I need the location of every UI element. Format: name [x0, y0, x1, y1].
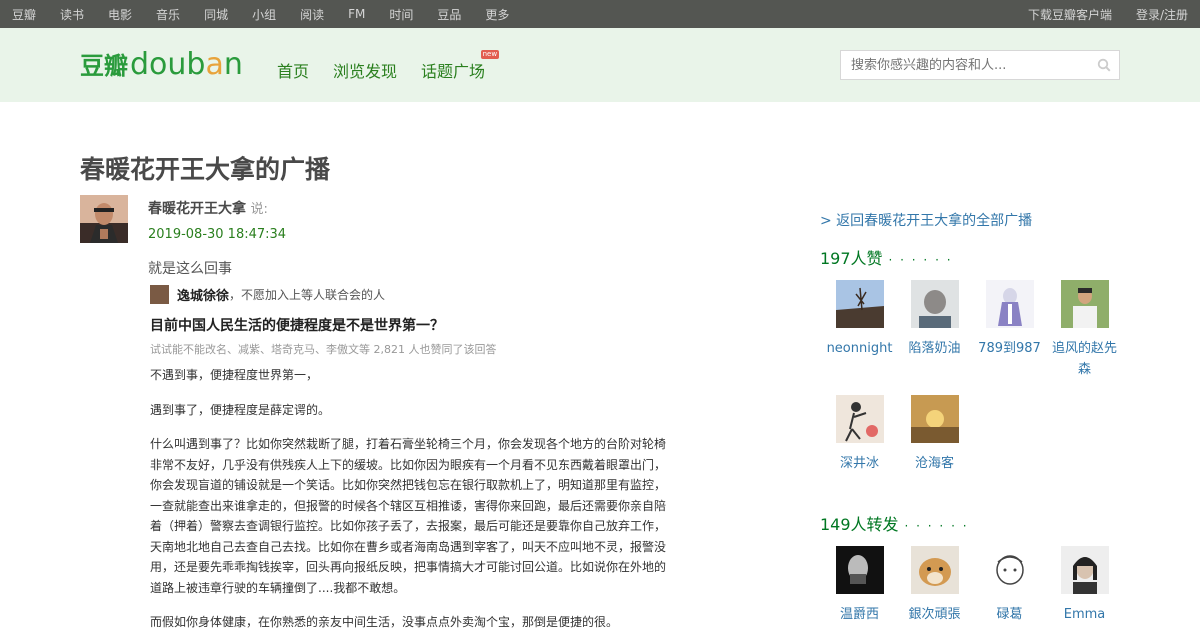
- status-author: 春暖花开王大拿 说:: [148, 198, 268, 218]
- quote-paragraph: 遇到事了，便捷程度是薛定谔的。: [150, 402, 331, 417]
- like-user[interactable]: 陷落奶油: [897, 280, 972, 380]
- like-user[interactable]: 追风的赵先森: [1047, 280, 1122, 380]
- reshare-user[interactable]: 碌葛: [972, 546, 1047, 625]
- user-avatar: [835, 280, 884, 328]
- quote-paragraph: 什么叫遇到事了？比如你突然栽断了腿，打着石膏坐轮椅三个月，你会发现各个地方的台阶…: [150, 437, 667, 595]
- search-icon[interactable]: [1089, 51, 1119, 79]
- user-avatar: [1060, 546, 1109, 594]
- user-avatar: [910, 280, 959, 328]
- nav-topics[interactable]: 话题广场 new: [421, 50, 500, 82]
- user-name: 追风的赵先森: [1051, 341, 1117, 377]
- user-name: neonnight: [826, 341, 893, 356]
- user-name: 沧海客: [914, 456, 954, 471]
- author-name[interactable]: 春暖花开王大拿: [148, 201, 246, 217]
- top-nav-links: 豆瓣 读书 电影 音乐 同城 小组 阅读 FM 时间 豆品 更多: [12, 6, 533, 23]
- author-avatar[interactable]: [80, 195, 128, 243]
- top-nav-fm[interactable]: FM: [348, 7, 365, 21]
- site-header: 豆瓣 douban 首页 浏览发现 话题广场 new: [0, 28, 1200, 102]
- user-name: 陷落奶油: [908, 341, 961, 356]
- quote-user-bio: ，不愿加入上等人联合会的人: [229, 287, 386, 302]
- nav-home[interactable]: 首页: [277, 58, 309, 82]
- quote-body: 不遇到事，便捷程度世界第一， 遇到事了，便捷程度是薛定谔的。 什么叫遇到事了？比…: [150, 365, 670, 633]
- quote-paragraph: 而假如你身体健康，在你熟悉的亲友中间生活，没事点点外卖淘个宝，那倒是便捷的很。: [150, 615, 619, 629]
- quote-stats: 试试能不能改名、减紫、塔奇克马、李傲文等 2,821 人也赞同了该回答: [150, 343, 497, 356]
- user-avatar: [835, 395, 884, 443]
- top-nav-time[interactable]: 时间: [389, 6, 413, 23]
- top-nav-movies[interactable]: 电影: [108, 6, 132, 23]
- reshares-count-label: 149人转发: [820, 515, 899, 534]
- reshares-more-dots: · · · · · ·: [904, 519, 969, 533]
- likes-title[interactable]: 197人赞 · · · · · ·: [820, 245, 953, 269]
- likes-user-list: neonnight 陷落奶油 789到987 追风的赵先森 深井冰 沧海客: [822, 280, 1122, 489]
- top-nav-bar: 豆瓣 读书 电影 音乐 同城 小组 阅读 FM 时间 豆品 更多 下载豆瓣客户端…: [0, 0, 1200, 28]
- top-nav-music[interactable]: 音乐: [156, 6, 180, 23]
- user-name: Emma: [1063, 607, 1106, 622]
- reshares-title[interactable]: 149人转发 · · · · · ·: [820, 511, 969, 535]
- quote-user-name: 逸城徐徐: [177, 288, 230, 304]
- user-name: 碌葛: [996, 607, 1023, 622]
- user-avatar: [910, 395, 959, 443]
- download-app-link[interactable]: 下载豆瓣客户端: [1028, 6, 1112, 23]
- top-nav-local[interactable]: 同城: [204, 6, 228, 23]
- top-nav-right: 下载豆瓣客户端 登录/注册: [1004, 6, 1188, 23]
- user-avatar: [835, 546, 884, 594]
- new-badge: new: [480, 50, 500, 59]
- top-nav-more[interactable]: 更多: [485, 6, 509, 23]
- likes-count-label: 197人赞: [820, 249, 883, 268]
- user-avatar: [985, 546, 1034, 594]
- quote-question: 目前中国人民生活的便捷程度是不是世界第一？: [150, 318, 444, 334]
- quote-user-avatar: [150, 284, 169, 304]
- user-name: 789到987: [978, 341, 1041, 356]
- user-name: 銀次頑張: [908, 607, 961, 622]
- douban-logo[interactable]: 豆瓣 douban: [80, 46, 243, 82]
- likes-more-dots: · · · · · ·: [888, 253, 953, 267]
- user-avatar: [910, 546, 959, 594]
- user-name: 深井冰: [839, 456, 879, 471]
- logo-chinese: 豆瓣: [80, 52, 128, 80]
- nav-explore[interactable]: 浏览发现: [333, 58, 397, 82]
- reshare-user[interactable]: Emma: [1047, 546, 1122, 625]
- quote-user: 逸城徐徐 ，不愿加入上等人联合会的人: [150, 283, 670, 305]
- status-text: 就是这么回事: [148, 261, 232, 277]
- login-register-link[interactable]: 登录/注册: [1136, 6, 1188, 23]
- top-nav-books[interactable]: 读书: [60, 6, 84, 23]
- page-title: 春暖花开王大拿的广播: [80, 155, 331, 184]
- user-name: 温爵西: [839, 607, 879, 622]
- quote-paragraph: 不遇到事，便捷程度世界第一，: [150, 368, 319, 382]
- top-nav-groups[interactable]: 小组: [252, 6, 276, 23]
- top-nav-read[interactable]: 阅读: [300, 6, 324, 23]
- user-avatar: [1060, 280, 1109, 328]
- quoted-answer-image[interactable]: 逸城徐徐 ，不愿加入上等人联合会的人 目前中国人民生活的便捷程度是不是世界第一？…: [150, 283, 670, 633]
- top-nav-douban[interactable]: 豆瓣: [12, 6, 36, 23]
- like-user[interactable]: 深井冰: [822, 395, 897, 474]
- reshares-user-list: 温爵西 銀次頑張 碌葛 Emma: [822, 546, 1122, 640]
- top-nav-market[interactable]: 豆品: [437, 6, 461, 23]
- reshare-user[interactable]: 銀次頑張: [897, 546, 972, 625]
- like-user[interactable]: neonnight: [822, 280, 897, 380]
- logo-english: douban: [130, 47, 243, 82]
- search-input[interactable]: [841, 51, 1089, 79]
- reshare-user[interactable]: 温爵西: [822, 546, 897, 625]
- said-label: 说:: [250, 202, 268, 217]
- like-user[interactable]: 沧海客: [897, 395, 972, 474]
- main-nav: 首页 浏览发现 话题广场 new: [277, 50, 509, 82]
- status-datetime[interactable]: 2019-08-30 18:47:34: [148, 227, 286, 242]
- back-to-all-statuses-link[interactable]: > 返回春暖花开王大拿的全部广播: [820, 210, 1032, 230]
- nav-topics-label: 话题广场: [421, 62, 486, 81]
- user-avatar: [985, 280, 1034, 328]
- search-box: [840, 50, 1120, 80]
- like-user[interactable]: 789到987: [972, 280, 1047, 380]
